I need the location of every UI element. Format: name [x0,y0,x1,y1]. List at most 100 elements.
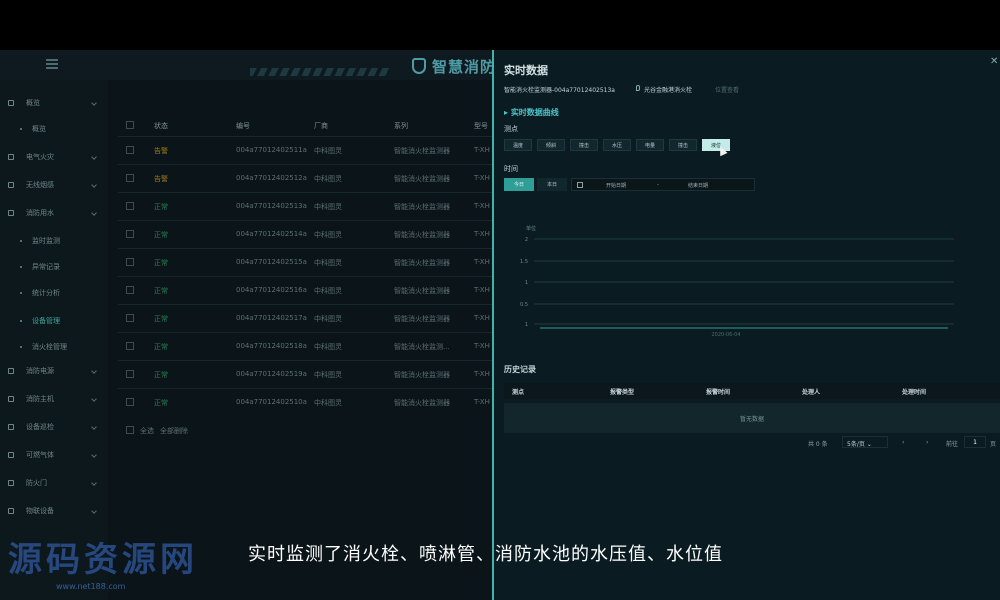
menu-icon [8,182,14,188]
date-range-picker[interactable]: 开始日期 - 结束日期 [571,178,755,191]
select-all-checkbox[interactable] [126,121,134,129]
row-checkbox[interactable] [126,370,134,378]
chevron-down-icon [91,424,97,430]
sidebar-item[interactable]: 概览 [0,94,108,112]
table-row[interactable]: 告警 004a77012402512a 中科图灵 智能消火栓监测器 T-XH [118,164,493,192]
sidebar-item[interactable]: 异常记录 [0,258,108,276]
measure-point-button[interactable]: 温度 [504,139,532,151]
menu-icon [8,396,14,402]
measure-point-button[interactable]: 水压 [603,139,631,151]
table-row[interactable]: 告警 004a77012402511a 中科图灵 智能消火栓监测器 T-XH [118,136,493,164]
sidebar-item[interactable]: 统计分析 [0,284,108,302]
cell-status: 告警 [154,147,168,155]
sidebar-item[interactable]: 物联设备 [0,502,108,520]
date-start-input[interactable]: 开始日期 [606,182,626,189]
row-checkbox[interactable] [126,202,134,210]
sidebar-item[interactable]: 消防电源 [0,362,108,380]
panel-title: 实时数据 [504,64,548,77]
page-size-select[interactable]: 5条/页 ⌄ [842,436,888,448]
row-checkbox[interactable] [126,230,134,238]
col-series: 系列 [394,122,408,130]
menu-icon [8,508,14,514]
device-name: 智能消火栓监测器-004a77012402513a [504,87,615,94]
delete-all-link[interactable]: 全部删除 [160,426,188,436]
sidebar-item[interactable]: 消防主机 [0,390,108,408]
realtime-chart: 单位 2 1.5 1 0.5 1 2020-06-04 [520,225,954,338]
history-header: 测点 报警类型 报警时间 处理人 处理时间 [504,383,1000,399]
row-checkbox[interactable] [126,398,134,406]
table-row[interactable]: 正常 004a77012402515a 中科图灵 智能消火栓监测器 T-XH [118,248,493,276]
next-page-icon[interactable]: › [926,439,928,446]
cell-id: 004a77012402518a [236,342,307,350]
history-title: 历史记录 [504,365,536,374]
sidebar-item[interactable]: 设备管理 [0,312,108,330]
bullet-icon [20,320,22,322]
sidebar-item-label: 概览 [32,125,46,133]
table-row[interactable]: 正常 004a77012402518a 中科图灵 智能消火栓监测... T-XH [118,332,493,360]
footer-checkbox[interactable] [126,426,134,434]
table-row[interactable]: 正常 004a77012402510a 中科图灵 智能消火栓监测器 T-XH [118,388,493,416]
row-checkbox[interactable] [126,258,134,266]
chevron-down-icon [91,368,97,374]
y-tick-label: 1.5 [520,259,528,265]
row-checkbox[interactable] [126,174,134,182]
sidebar-item[interactable]: 电气火灾 [0,148,108,166]
goto-page-input[interactable]: 1 [964,436,986,448]
measure-point-button[interactable]: 撞击 [669,139,697,151]
col-status: 状态 [154,122,168,130]
cell-id: 004a77012402515a [236,258,307,266]
measure-point-button[interactable]: 撞击 [570,139,598,151]
chevron-down-icon [91,182,97,188]
page-unit: 页 [990,441,997,448]
date-end-input[interactable]: 结束日期 [688,182,708,189]
table-header: 状态 编号 厂商 系列 型号 [118,112,493,136]
sidebar-item[interactable]: 消防用水 [0,204,108,222]
chevron-down-icon [91,210,97,216]
cell-status: 正常 [154,399,168,407]
table-row[interactable]: 正常 004a77012402516a 中科图灵 智能消火栓监测器 T-XH [118,276,493,304]
table-row[interactable]: 正常 004a77012402517a 中科图灵 智能消火栓监测器 T-XH [118,304,493,332]
cell-series: 智能消火栓监测... [394,343,450,351]
cell-series: 智能消火栓监测器 [394,371,450,379]
cell-status: 正常 [154,259,168,267]
row-checkbox[interactable] [126,342,134,350]
location-name: 光谷金融港消火栓 [644,87,693,94]
row-checkbox[interactable] [126,314,134,322]
measure-point-button[interactable]: 电量 [636,139,664,151]
sidebar: 概览 概览 电气火灾 无线烟感 消防用水 监时监测 异常记录 统计分析 设备管理 消火栓管理 消防电… [0,80,108,600]
cell-status: 正常 [154,287,168,295]
cell-model: T-XH [474,286,490,294]
sidebar-item[interactable]: 监时监测 [0,232,108,250]
bullet-icon [20,128,22,130]
sidebar-item[interactable]: 无线烟感 [0,176,108,194]
calendar-icon [577,182,583,188]
table-row[interactable]: 正常 004a77012402514a 中科图灵 智能消火栓监测器 T-XH [118,220,493,248]
measure-point-button[interactable]: 倾斜 [537,139,565,151]
sidebar-item[interactable]: 概览 [0,120,108,138]
table-row[interactable]: 正常 004a77012402513a 中科图灵 智能消火栓监测器 T-XH [118,192,493,220]
select-all-link[interactable]: 全选 [140,426,154,436]
menu-toggle-icon[interactable] [46,59,58,69]
history-empty: 暂无数据 [504,403,1000,433]
location-link[interactable]: 位置查看 [715,85,739,94]
table-row[interactable]: 正常 004a77012402519a 中科图灵 智能消火栓监测器 T-XH [118,360,493,388]
prev-page-icon[interactable]: ‹ [902,439,904,446]
cell-id: 004a77012402516a [236,286,307,294]
col-id: 编号 [236,122,250,130]
sidebar-item-label: 无线烟感 [26,181,54,189]
close-icon[interactable]: ✕ [990,56,998,67]
sidebar-item[interactable]: 消火栓管理 [0,338,108,356]
this-day-button[interactable]: 本日 [537,178,567,191]
hist-col-time: 报警时间 [706,389,731,396]
cell-status: 正常 [154,371,168,379]
row-checkbox[interactable] [126,286,134,294]
cell-vendor: 中科图灵 [314,259,342,267]
video-subtitle: 实时监测了消火栓、喷淋管、消防水池的水压值、水位值 [248,544,723,565]
pager-total: 共 0 条 [808,441,828,448]
sidebar-item[interactable]: 设备巡检 [0,418,108,436]
sidebar-item[interactable]: 可燃气体 [0,446,108,464]
cell-model: T-XH [474,230,490,238]
today-button[interactable]: 今日 [504,178,534,191]
sidebar-item[interactable]: 防火门 [0,474,108,492]
row-checkbox[interactable] [126,146,134,154]
